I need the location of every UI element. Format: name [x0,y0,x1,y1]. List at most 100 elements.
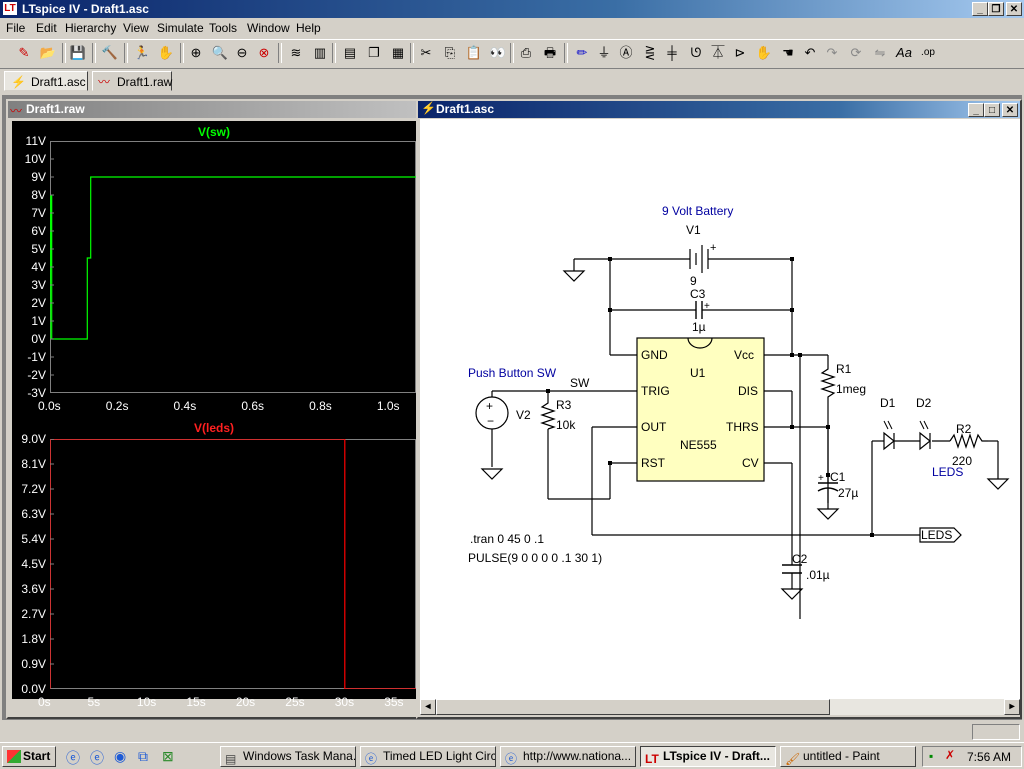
inductor-icon[interactable]: ᘎ [686,43,706,63]
menu-edit[interactable]: Edit [36,21,57,35]
open-icon[interactable]: 📂 [38,43,58,63]
r1-value[interactable]: 1meg [836,382,866,396]
close-button[interactable]: ✕ [1006,2,1022,16]
u1-label[interactable]: U1 [690,366,706,380]
mirror-icon[interactable]: ⇋ [870,43,890,63]
paste-icon[interactable]: 📋 [464,43,484,63]
task-paint[interactable]: 🖌 untitled - Paint [780,746,916,767]
v1-value[interactable]: 9 [690,274,697,288]
schematic-window[interactable]: Draft1.asc ⚡ _ □ ✕ + + + − + 9 Volt Batt… [416,99,1022,719]
save-icon[interactable]: 💾 [68,43,88,63]
minimize-button[interactable]: _ [972,2,988,16]
copy-icon[interactable]: ⎘ [440,43,460,63]
plot-pane-top[interactable]: V(sw) 11V 10V 9V 8V 7V 6V 5V 4V 3V 2V 1V 0V -1V -2V -3… [12,121,416,419]
menu-window[interactable]: Window [247,21,290,35]
tran-directive[interactable]: .tran 0 45 0 .1 [470,532,544,546]
cascade-icon[interactable]: ❐ [364,43,384,63]
schematic-canvas[interactable]: + + + − + 9 Volt Battery V1 9 C3 1µ Push… [420,119,1020,699]
security-icon[interactable]: ✗ [945,748,955,762]
trace-vsw[interactable] [50,176,416,340]
r1-label[interactable]: R1 [836,362,852,376]
print-preview-icon[interactable]: ⎙ [516,43,536,63]
tile-vertical-icon[interactable]: ▦ [388,43,408,63]
waveform-window[interactable]: Draft1.raw 〰 V(sw) 11V 10V 9V 8V 7V 6V 5V 4V 3V 2… [6,99,418,719]
halt-icon[interactable]: ✋ [156,43,176,63]
d1-label[interactable]: D1 [880,396,896,410]
text-icon[interactable]: Aa [894,43,914,63]
trace-vleds[interactable] [50,439,416,689]
child-maximize-button[interactable]: □ [984,103,1000,117]
c3-label[interactable]: C3 [690,287,706,301]
r2-label[interactable]: R2 [956,422,972,436]
c2-label[interactable]: C2 [792,552,808,566]
c3-value[interactable]: 1µ [692,320,706,334]
cut-icon[interactable]: ✂ [416,43,436,63]
task-national-url[interactable]: ⓔ http://www.nationa... [500,746,636,767]
drag-icon[interactable]: ☚ [778,43,798,63]
component-icon[interactable]: ⊳ [730,43,750,63]
tile-horizontal-icon[interactable]: ▤ [340,43,360,63]
menu-help[interactable]: Help [296,21,321,35]
spice-directive-icon[interactable]: .op [918,43,938,63]
explorer-icon[interactable]: ⧉ [138,748,148,765]
r3-label[interactable]: R3 [556,398,572,412]
c2-value[interactable]: .01µ [806,568,830,582]
media-player-icon[interactable]: ◉ [114,748,126,765]
fft-icon[interactable]: ▥ [310,43,330,63]
run-icon[interactable]: 🏃 [132,43,152,63]
outlook-icon[interactable]: ⓔ [90,748,104,768]
c1-value[interactable]: 27µ [838,486,858,500]
diode-icon[interactable]: ⏄ [708,43,728,63]
label-net-icon[interactable]: Ⓐ [616,43,636,63]
zoom-out-icon[interactable]: ⊖ [232,43,252,63]
menu-file[interactable]: File [6,21,25,35]
redo-icon[interactable]: ↷ [822,43,842,63]
sw-net-label[interactable]: SW [570,376,590,390]
leds-net-flag[interactable]: LEDS [921,528,952,542]
restore-button[interactable]: ❐ [988,2,1004,16]
start-button[interactable]: Start [2,746,56,767]
wire-icon[interactable]: ✏ [572,43,592,63]
move-icon[interactable]: ✋ [754,43,774,63]
task-windows-task-manager[interactable]: ▤ Windows Task Mana... [220,746,356,767]
clock[interactable]: 7:56 AM [967,750,1011,764]
trace-label-vsw[interactable]: V(sw) [12,125,416,139]
battery-title-label[interactable]: 9 Volt Battery [662,204,733,218]
undo-icon[interactable]: ↶ [800,43,820,63]
ground-icon[interactable]: ⏚ [594,43,614,63]
task-timed-led-light[interactable]: ⓔ Timed LED Light Circ... [360,746,496,767]
find-icon[interactable]: 👀 [488,43,508,63]
capacitor-icon[interactable]: ╪ [662,43,682,63]
autorange-icon[interactable]: ≋ [286,43,306,63]
child-minimize-button[interactable]: _ [968,103,984,117]
v2-label[interactable]: V2 [516,408,531,422]
tab-draft1-asc[interactable]: ⚡ Draft1.asc [4,71,88,91]
menu-hierarchy[interactable]: Hierarchy [65,21,116,35]
network-icon[interactable]: ▪ [929,749,933,763]
excel-icon[interactable]: ⊠ [162,748,174,765]
control-panel-icon[interactable]: 🔨 [100,43,120,63]
scroll-left-icon[interactable]: ◂ [420,699,436,715]
push-button-label[interactable]: Push Button SW [468,366,557,380]
vsw-plot-area[interactable] [50,141,416,393]
plot-pane-bottom[interactable]: V(leds) 9.0V 8.1V 7.2V 6.3V 5.4V 4.5V 3.6V 2.7V… [12,419,416,709]
tab-draft1-raw[interactable]: 〰 Draft1.raw [92,71,172,91]
ne555-label[interactable]: NE555 [680,438,717,452]
print-icon[interactable]: 🖶 [540,43,560,63]
task-ltspice[interactable]: LT LTspice IV - Draft... [640,746,776,767]
scroll-thumb[interactable] [436,699,830,715]
trace-label-vleds[interactable]: V(leds) [12,421,416,435]
new-schematic-icon[interactable]: ✎ [14,43,34,63]
resistor-icon[interactable]: ⋛ [640,43,660,63]
c1-label[interactable]: C1 [830,470,846,484]
menu-tools[interactable]: Tools [209,21,237,35]
zoom-in-icon[interactable]: ⊕ [186,43,206,63]
menu-view[interactable]: View [123,21,149,35]
child-close-button[interactable]: ✕ [1002,103,1018,117]
rotate-icon[interactable]: ⟳ [846,43,866,63]
r3-value[interactable]: 10k [556,418,576,432]
v1-label[interactable]: V1 [686,223,701,237]
d2-label[interactable]: D2 [916,396,932,410]
zoom-fit-icon[interactable]: ⊗ [254,43,274,63]
pulse-directive[interactable]: PULSE(9 0 0 0 0 .1 30 1) [468,551,602,565]
